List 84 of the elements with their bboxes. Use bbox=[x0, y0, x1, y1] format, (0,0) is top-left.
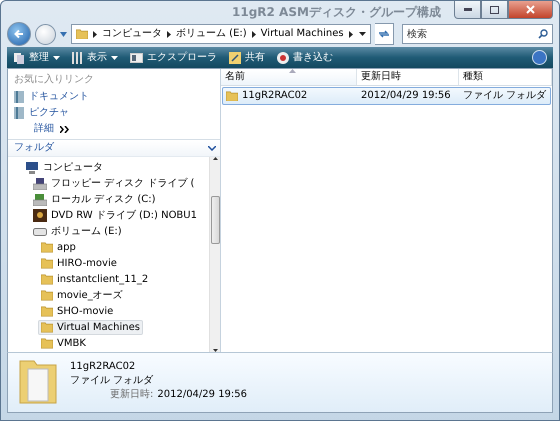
folder-icon bbox=[226, 90, 238, 102]
folder-icon bbox=[76, 28, 88, 40]
drive-icon bbox=[33, 194, 47, 206]
scrollbar-thumb[interactable] bbox=[210, 196, 220, 244]
tree-item[interactable]: instantclient_11_2 bbox=[38, 272, 152, 287]
toolbar-button[interactable]: 整理 bbox=[13, 52, 60, 64]
breadcrumb[interactable]: ボリューム (E:) bbox=[176, 28, 247, 40]
close-button[interactable] bbox=[508, 1, 553, 19]
back-arrow-icon bbox=[14, 29, 24, 39]
search-field[interactable]: 検索 bbox=[402, 24, 553, 44]
dropdown-icon[interactable] bbox=[359, 32, 366, 36]
breadcrumb-arrow-icon[interactable] bbox=[93, 30, 97, 38]
toolbar-button[interactable]: エクスプローラ bbox=[130, 52, 217, 64]
columns-icon bbox=[72, 52, 83, 64]
field-label: 更新日時: bbox=[109, 389, 154, 401]
caret-icon bbox=[111, 56, 118, 60]
computer-icon bbox=[25, 162, 39, 174]
dvd-drive-icon bbox=[33, 209, 47, 222]
toolbar-button[interactable]: 共有 bbox=[229, 52, 265, 64]
background-text: 11gR2 ASMディスク・グループ構成 bbox=[232, 5, 441, 20]
file-name: 11gR2RAC02 bbox=[223, 88, 358, 104]
file-row[interactable]: 11gR2RAC02 2012/04/29 19:56 ファイル フォルダ bbox=[222, 87, 551, 105]
tree-item[interactable]: コンピュータ bbox=[22, 160, 106, 175]
folder-icon bbox=[41, 242, 53, 253]
folder-icon bbox=[41, 322, 53, 333]
pages-icon bbox=[13, 52, 25, 64]
breadcrumb-arrow-icon[interactable] bbox=[348, 30, 353, 38]
folder-icon bbox=[41, 274, 53, 285]
caret-icon bbox=[53, 56, 60, 60]
scrollbar[interactable] bbox=[209, 157, 220, 352]
history-dropdown-icon[interactable] bbox=[60, 32, 67, 36]
tree-item[interactable]: DVD RW ドライブ (D:) NOBU1 bbox=[30, 208, 200, 223]
column-header[interactable]: 名前 bbox=[221, 69, 357, 85]
modified-date: 2012/04/29 19:56 bbox=[360, 89, 452, 103]
refresh-icon bbox=[378, 29, 390, 39]
search-icon[interactable] bbox=[538, 29, 548, 39]
minimize-icon bbox=[464, 8, 472, 11]
item-type: ファイル フォルダ bbox=[70, 375, 154, 387]
floppy-drive-icon bbox=[33, 178, 47, 190]
drive-icon bbox=[33, 228, 47, 236]
tree-item[interactable]: ローカル ディスク (C:) bbox=[30, 192, 159, 207]
tree-item[interactable]: フロッピー ディスク ドライブ ( bbox=[30, 176, 198, 191]
tree-item[interactable]: Virtual Machines bbox=[38, 320, 143, 335]
toolbar-button[interactable]: 書き込む bbox=[277, 52, 333, 64]
tree-item[interactable]: app bbox=[38, 240, 79, 255]
folders-header[interactable]: フォルダ bbox=[8, 139, 220, 157]
folder-icon bbox=[41, 306, 53, 317]
minimize-button[interactable] bbox=[454, 1, 481, 19]
item-name: 11gR2RAC02 bbox=[70, 361, 136, 373]
forward-button[interactable] bbox=[35, 24, 56, 44]
toolbar-button[interactable]: 表示 bbox=[72, 52, 118, 64]
tree-item[interactable]: movie_オーズ bbox=[38, 288, 126, 303]
sort-arrow-icon bbox=[288, 69, 296, 73]
address-bar[interactable]: コンピュータ ボリューム (E:) Virtual Machines bbox=[71, 24, 371, 44]
folder-icon bbox=[41, 338, 53, 349]
document-icon bbox=[14, 107, 24, 119]
folder-icon bbox=[41, 290, 53, 301]
file-type: ファイル フォルダ bbox=[462, 89, 548, 103]
disc-icon bbox=[277, 52, 289, 64]
field-value: 2012/04/29 19:56 bbox=[157, 389, 248, 401]
breadcrumb[interactable]: Virtual Machines bbox=[260, 28, 344, 40]
tree-item[interactable]: HIRO-movie bbox=[38, 256, 120, 271]
maximize-icon bbox=[490, 6, 499, 14]
help-icon[interactable] bbox=[532, 50, 547, 65]
chevron-icon bbox=[60, 126, 69, 132]
folder-icon bbox=[41, 258, 53, 269]
tree-item[interactable]: ボリューム (E:) bbox=[30, 224, 125, 239]
close-icon bbox=[526, 5, 535, 14]
window-icon bbox=[130, 52, 143, 62]
tree-item[interactable]: VMBK bbox=[38, 336, 89, 351]
section-title: お気に入りリンク bbox=[13, 72, 95, 87]
breadcrumb[interactable]: コンピュータ bbox=[102, 28, 162, 40]
more-link[interactable]: 詳細 bbox=[8, 121, 220, 135]
refresh-button[interactable] bbox=[375, 23, 394, 45]
maximize-button[interactable] bbox=[481, 1, 508, 19]
tree-item[interactable]: SHO-movie bbox=[38, 304, 116, 319]
breadcrumb-arrow-icon[interactable] bbox=[252, 30, 256, 38]
breadcrumb-arrow-icon[interactable] bbox=[167, 30, 171, 38]
back-button[interactable] bbox=[7, 22, 31, 46]
document-icon bbox=[14, 91, 24, 103]
favorite-link[interactable]: ピクチャ bbox=[8, 105, 220, 121]
collapse-icon bbox=[208, 146, 216, 150]
share-icon bbox=[229, 52, 241, 64]
favorite-link[interactable]: ドキュメント bbox=[8, 89, 220, 105]
